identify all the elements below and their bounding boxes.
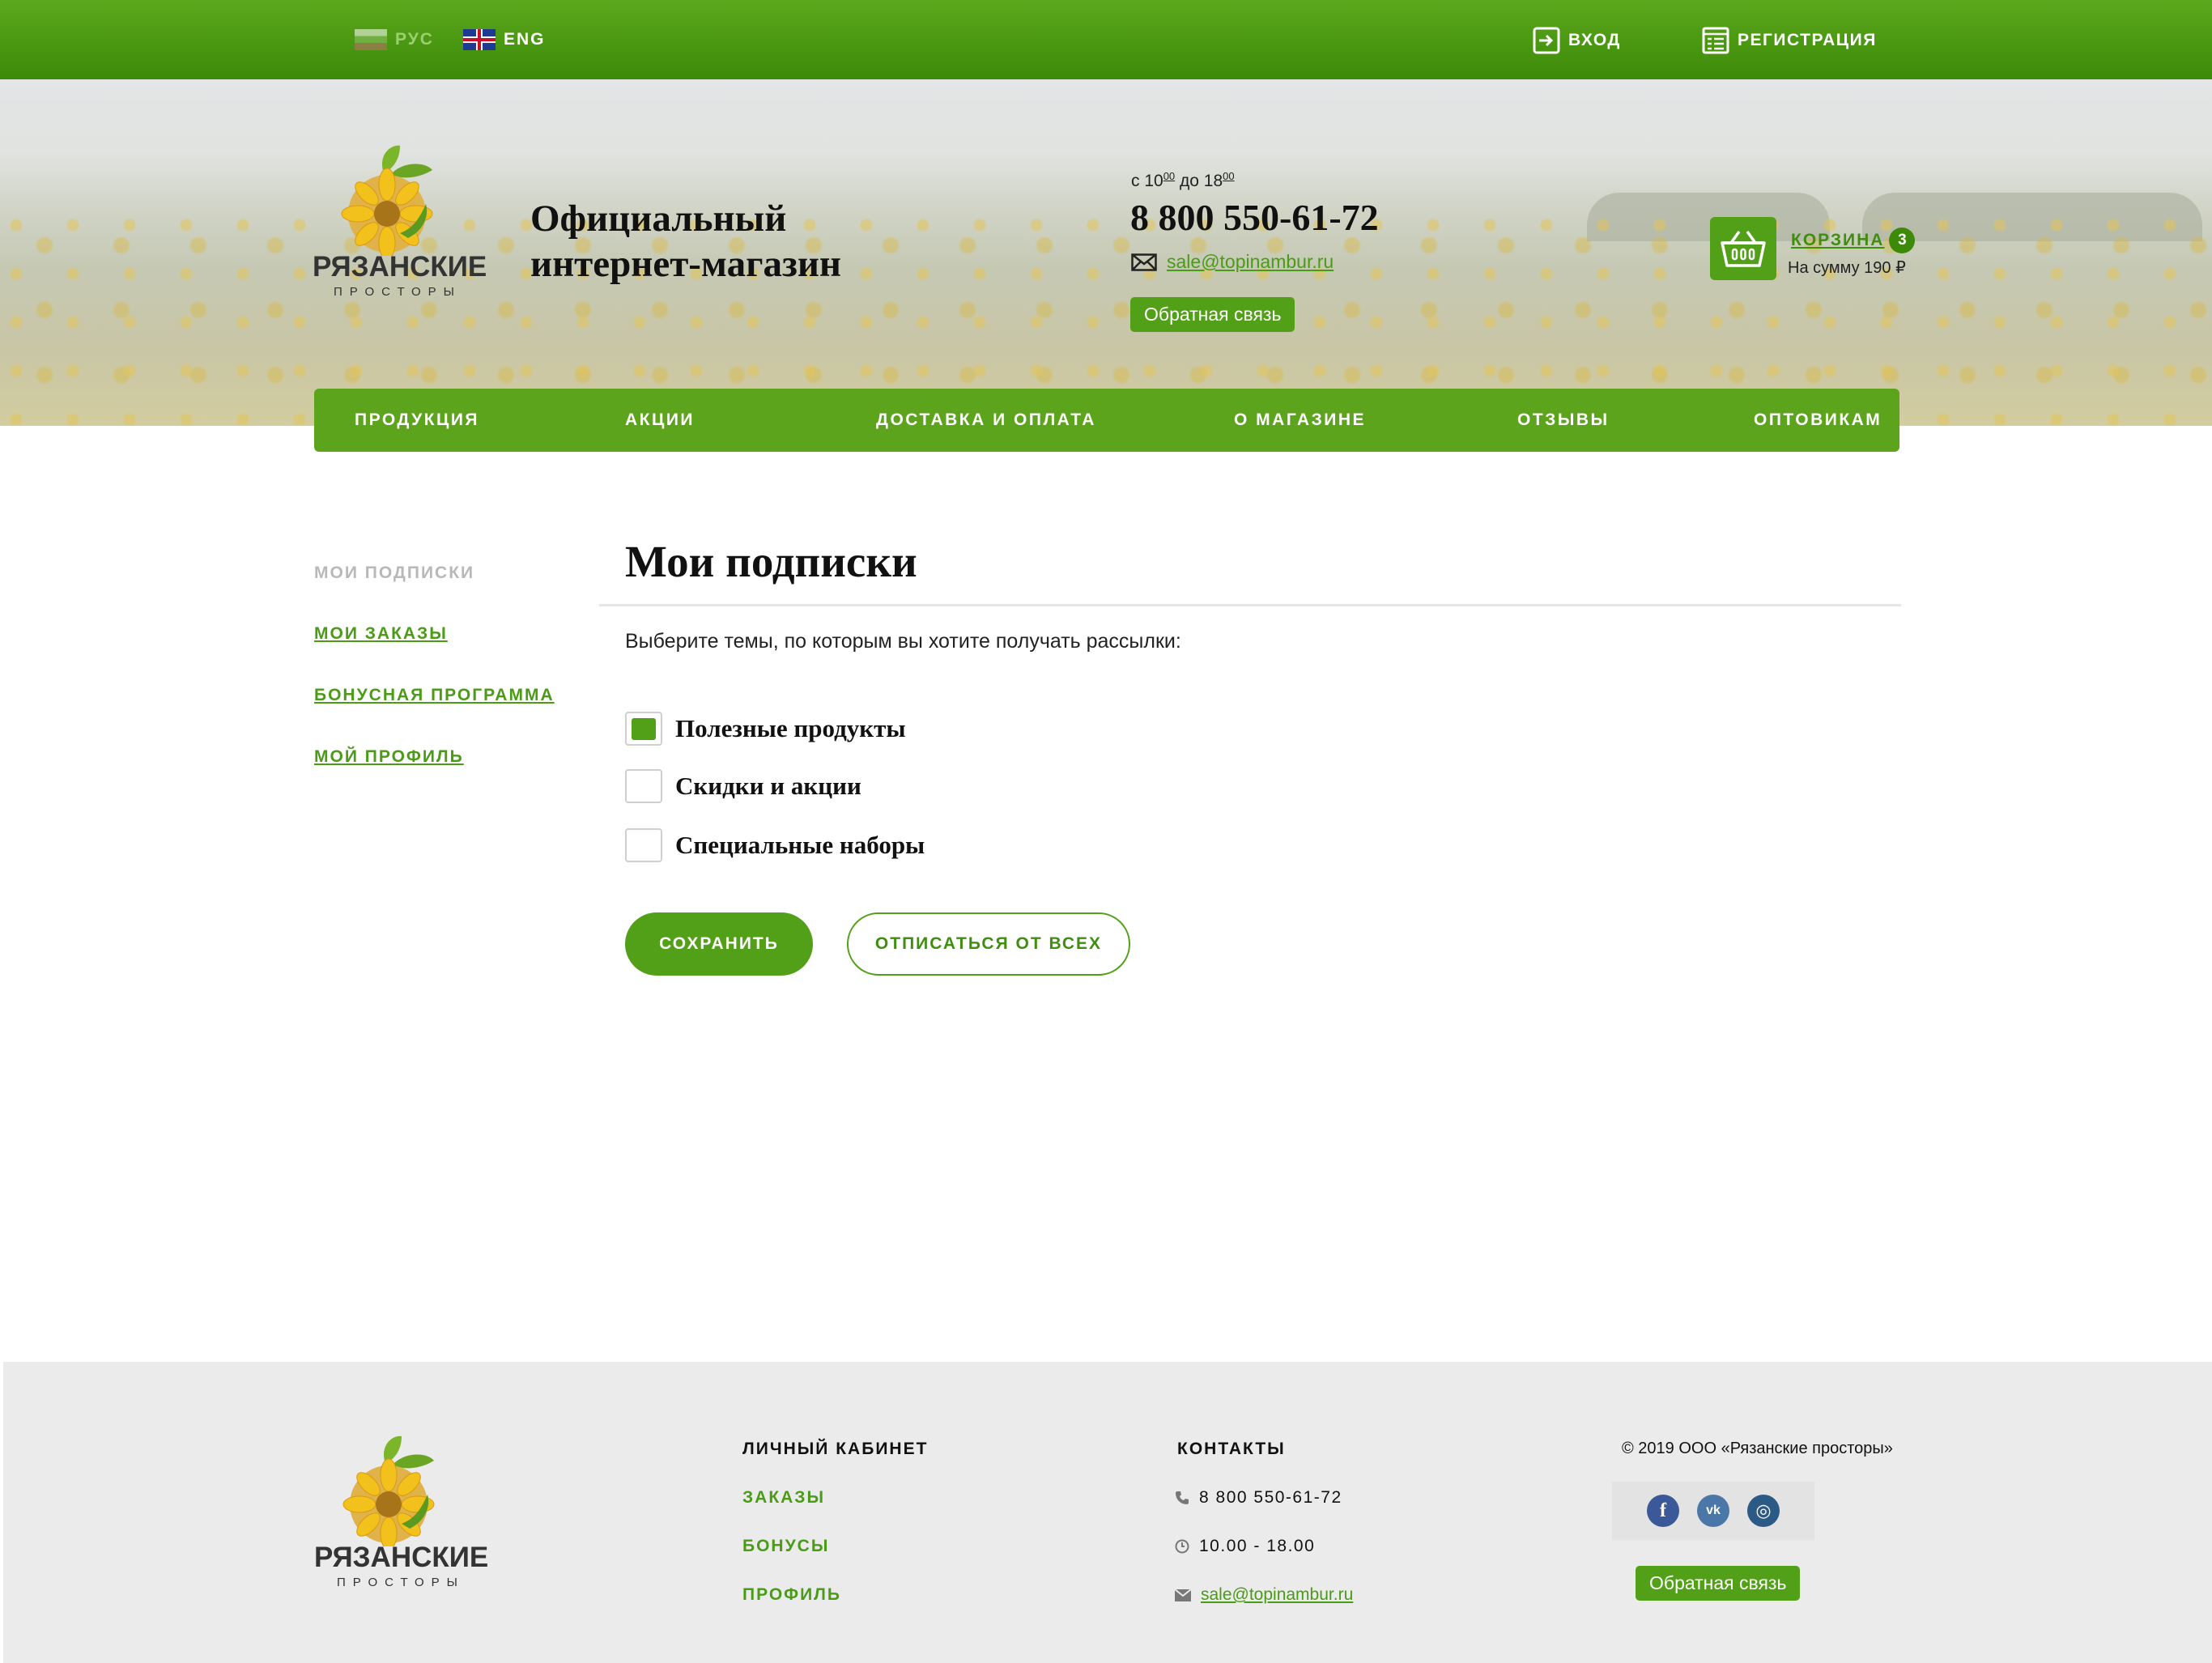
hours-to-minutes: 00	[1223, 170, 1235, 182]
footer-phone[interactable]: 8 800 550-61-72	[1175, 1488, 1342, 1508]
nav-delivery-payment[interactable]: ДОСТАВКА И ОПЛАТА	[876, 389, 1096, 452]
nav-promotions[interactable]: АКЦИИ	[625, 389, 695, 452]
header-phone[interactable]: 8 800 550-61-72	[1130, 196, 1379, 239]
register-icon	[1702, 27, 1729, 54]
main-nav: ПРОДУКЦИЯ АКЦИИ ДОСТАВКА И ОПЛАТА О МАГА…	[314, 389, 1899, 452]
footer-feedback-button[interactable]: Обратная связь	[1636, 1566, 1801, 1601]
sidebar-item-bonus-program[interactable]: БОНУСНАЯ ПРОГРАММА	[314, 686, 555, 705]
footer-phone-text: 8 800 550-61-72	[1199, 1488, 1342, 1507]
footer-brand-sub: ПРОСТОРЫ	[337, 1576, 465, 1589]
page-title: Мои подписки	[625, 537, 917, 586]
option-label: Специальные наборы	[675, 831, 925, 859]
store-tagline: Официальный интернет-магазин	[530, 196, 951, 287]
checkbox-unchecked[interactable]	[625, 828, 662, 862]
title-divider	[599, 604, 1901, 606]
login-icon	[1533, 27, 1560, 54]
hours-from: с 10	[1131, 172, 1163, 190]
register-link[interactable]: РЕГИСТРАЦИЯ	[1702, 24, 1877, 57]
lang-ru-switch[interactable]: РУС	[355, 28, 434, 52]
instagram-icon[interactable]: ◎	[1747, 1495, 1780, 1527]
option-label: Скидки и акции	[675, 772, 861, 800]
login-link[interactable]: ВХОД	[1533, 24, 1621, 57]
checkbox-fill	[632, 717, 656, 740]
envelope-icon	[1175, 1589, 1191, 1601]
logo-brand-name: РЯЗАНСКИЕ	[313, 251, 487, 283]
subscription-option[interactable]: Специальные наборы	[625, 828, 925, 862]
hours-to: до 18	[1180, 172, 1223, 190]
header-email[interactable]: sale@topinambur.ru	[1131, 251, 1334, 273]
lang-en-switch[interactable]: ENG	[463, 28, 546, 52]
footer-logo[interactable]: РЯЗАНСКИЕ ПРОСТОРЫ	[314, 1433, 489, 1589]
footer-link-bonuses[interactable]: БОНУСЫ	[742, 1537, 829, 1556]
russia-flag-icon	[355, 29, 387, 50]
working-hours: с 1000 до 1800	[1131, 170, 1235, 191]
feedback-button[interactable]: Обратная связь	[1130, 297, 1295, 332]
tagline-line-2: интернет-магазин	[530, 243, 842, 285]
subscription-option[interactable]: Полезные продукты	[625, 712, 906, 746]
top-bar	[0, 0, 2212, 79]
envelope-icon	[1131, 253, 1157, 271]
tagline-line-1: Официальный	[530, 198, 787, 240]
sunflower-logo-icon	[341, 145, 433, 256]
hours-from-minutes: 00	[1163, 170, 1176, 182]
site-logo[interactable]: РЯЗАНСКИЕ ПРОСТОРЫ	[313, 142, 487, 299]
lang-en-label: ENG	[504, 30, 546, 49]
copyright: © 2019 ООО «Рязанские просторы»	[1622, 1440, 1893, 1457]
footer-hours-text: 10.00 - 18.00	[1199, 1537, 1316, 1555]
nav-products[interactable]: ПРОДУКЦИЯ	[355, 389, 479, 452]
footer-brand-name: РЯЗАНСКИЕ	[314, 1542, 489, 1573]
subscriptions-intro: Выберите темы, по которым вы хотите полу…	[625, 630, 1181, 653]
register-label: РЕГИСТРАЦИЯ	[1738, 31, 1877, 49]
cart-link[interactable]: КОРЗИНА	[1791, 231, 1884, 250]
checkbox-checked[interactable]	[625, 712, 662, 746]
nav-reviews[interactable]: ОТЗЫВЫ	[1517, 389, 1610, 452]
vk-icon[interactable]: vk	[1697, 1495, 1729, 1527]
sidebar-item-profile[interactable]: МОЙ ПРОФИЛЬ	[314, 747, 464, 767]
cart-button[interactable]	[1710, 217, 1776, 280]
nav-wholesale[interactable]: ОПТОВИКАМ	[1754, 389, 1882, 452]
footer-link-profile[interactable]: ПРОФИЛЬ	[742, 1585, 841, 1605]
option-label: Полезные продукты	[675, 714, 906, 742]
facebook-icon[interactable]: f	[1647, 1495, 1679, 1527]
footer-link-orders[interactable]: ЗАКАЗЫ	[742, 1488, 825, 1508]
phone-icon	[1176, 1491, 1189, 1504]
basket-icon	[1721, 230, 1766, 267]
sidebar-item-subscriptions[interactable]: МОИ ПОДПИСКИ	[314, 564, 474, 583]
cart-sum: На сумму 190 ₽	[1788, 259, 1906, 277]
social-links: f vk ◎	[1612, 1482, 1814, 1540]
uk-flag-icon	[463, 29, 496, 50]
footer-email-link[interactable]: sale@topinambur.ru	[1201, 1585, 1353, 1605]
footer-email[interactable]: sale@topinambur.ru	[1175, 1585, 1353, 1605]
footer-cabinet-title: ЛИЧНЫЙ КАБИНЕТ	[742, 1440, 929, 1458]
lang-ru-label: РУС	[395, 30, 434, 49]
header-email-link[interactable]: sale@topinambur.ru	[1167, 251, 1334, 273]
save-button[interactable]: СОХРАНИТЬ	[625, 912, 813, 976]
logo-brand-sub: ПРОСТОРЫ	[334, 285, 462, 299]
footer-hours: 10.00 - 18.00	[1175, 1537, 1315, 1556]
footer-contacts-title: КОНТАКТЫ	[1177, 1440, 1286, 1458]
checkbox-unchecked[interactable]	[625, 769, 662, 803]
nav-about-store[interactable]: О МАГАЗИНЕ	[1234, 389, 1366, 452]
cart-count-badge: 3	[1889, 228, 1916, 253]
cart-label-group: КОРЗИНА 3	[1791, 228, 1916, 253]
clock-icon	[1175, 1539, 1189, 1554]
subscription-option[interactable]: Скидки и акции	[625, 769, 861, 803]
login-label: ВХОД	[1568, 31, 1621, 49]
unsubscribe-all-button[interactable]: ОТПИСАТЬСЯ ОТ ВСЕХ	[847, 912, 1130, 976]
sunflower-logo-icon	[342, 1435, 435, 1546]
sidebar-item-orders[interactable]: МОИ ЗАКАЗЫ	[314, 624, 448, 644]
